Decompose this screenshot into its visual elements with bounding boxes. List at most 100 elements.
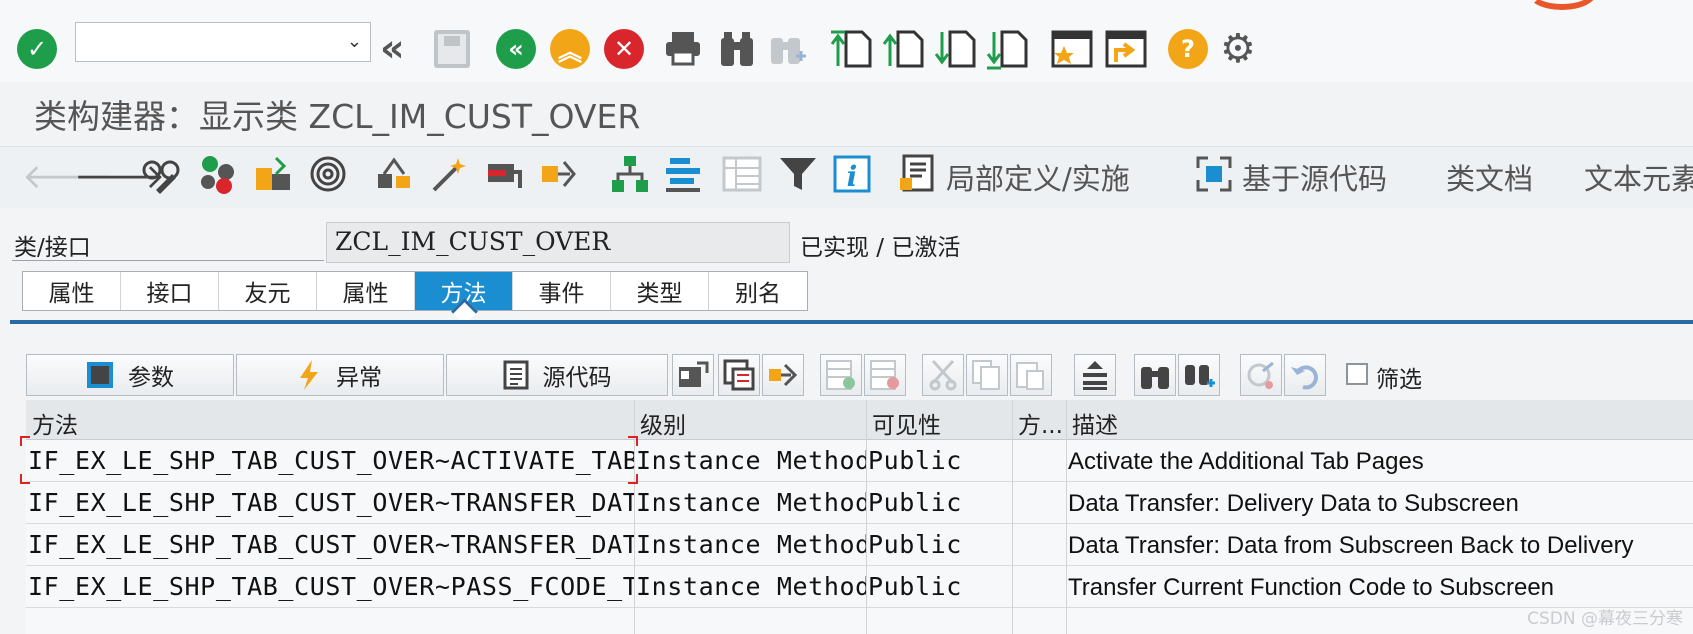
- new-session-icon[interactable]: [1050, 28, 1094, 74]
- align-icon[interactable]: [664, 154, 704, 198]
- layout-icon[interactable]: [722, 154, 762, 198]
- class-doc-button[interactable]: 类文档: [1446, 156, 1533, 198]
- visibility-cell[interactable]: Public: [868, 482, 1012, 524]
- paste-button[interactable]: [1010, 354, 1052, 396]
- tab-interfaces[interactable]: 接口: [121, 272, 219, 310]
- navigation-window-icon[interactable]: [308, 154, 348, 198]
- command-field[interactable]: ⌄: [75, 22, 371, 62]
- source-based-icon[interactable]: [1194, 154, 1234, 198]
- level-cell[interactable]: Instance Method: [636, 440, 866, 482]
- copy-icon: [972, 360, 1000, 390]
- selection-corner: [628, 436, 638, 446]
- level-cell[interactable]: Instance Method: [636, 566, 866, 608]
- selection-corner: [20, 474, 30, 484]
- column-header-visibility[interactable]: 可见性: [866, 400, 1012, 440]
- table-row[interactable]: IF_EX_LE_SHP_TAB_CUST_OVER~PASS_FCODE_TO…: [26, 566, 1693, 608]
- chevron-down-icon[interactable]: ⌄: [347, 31, 362, 52]
- method-cell[interactable]: IF_EX_LE_SHP_TAB_CUST_OVER~PASS_FCODE_TO…: [26, 566, 634, 608]
- print-icon[interactable]: [664, 30, 702, 66]
- display-object-button[interactable]: [672, 354, 714, 396]
- filter-icon[interactable]: [778, 154, 818, 198]
- method-cell[interactable]: IF_EX_LE_SHP_TAB_CUST_OVER~TRANSFER_DATA…: [26, 524, 634, 566]
- help-icon[interactable]: ?: [1168, 29, 1208, 69]
- column-header-method-type[interactable]: 方...: [1012, 400, 1066, 440]
- prev-page-icon[interactable]: [882, 28, 926, 74]
- hierarchy-icon[interactable]: [374, 154, 414, 198]
- copy-button[interactable]: [966, 354, 1008, 396]
- delete-row-button[interactable]: [864, 354, 906, 396]
- column-header-method[interactable]: 方法: [26, 400, 634, 440]
- table-row[interactable]: IF_EX_LE_SHP_TAB_CUST_OVER~ACTIVATE_TAB_…: [26, 440, 1693, 482]
- green-back-icon[interactable]: «: [496, 29, 536, 69]
- org-structure-icon[interactable]: [610, 154, 650, 198]
- detail-view-button[interactable]: [718, 354, 760, 396]
- exceptions-button[interactable]: 异常: [236, 354, 444, 396]
- display-object-icon: [679, 361, 709, 387]
- visibility-cell[interactable]: Public: [868, 440, 1012, 482]
- method-cell[interactable]: IF_EX_LE_SHP_TAB_CUST_OVER~TRANSFER_DATA…: [26, 482, 634, 524]
- cut-button[interactable]: [922, 354, 964, 396]
- column-header-description[interactable]: 描述: [1066, 400, 1466, 440]
- level-cell[interactable]: Instance Method: [636, 482, 866, 524]
- insert-row-icon: [826, 360, 855, 390]
- visibility-cell[interactable]: Public: [868, 524, 1012, 566]
- visibility-cell[interactable]: Public: [868, 566, 1012, 608]
- save-icon[interactable]: [434, 30, 470, 68]
- pattern-icon[interactable]: [484, 154, 524, 198]
- enter-check-icon[interactable]: ✓: [16, 28, 58, 70]
- last-page-icon[interactable]: [986, 28, 1030, 74]
- wizard-icon[interactable]: [428, 154, 468, 198]
- table-row-empty[interactable]: [26, 608, 1693, 634]
- object-list-icon[interactable]: [254, 154, 294, 198]
- redefine-button[interactable]: [762, 354, 804, 396]
- display-change-icon[interactable]: [142, 154, 182, 198]
- method-cell[interactable]: IF_EX_LE_SHP_TAB_CUST_OVER~ACTIVATE_TAB_…: [26, 440, 634, 482]
- text-elements-button[interactable]: 文本元素: [1584, 156, 1693, 198]
- tab-events[interactable]: 事件: [513, 272, 611, 310]
- shortcut-icon[interactable]: [1104, 28, 1148, 74]
- local-def-icon[interactable]: [898, 154, 938, 198]
- sort-button[interactable]: [1074, 354, 1116, 396]
- tab-aliases[interactable]: 别名: [709, 272, 807, 310]
- table-row[interactable]: IF_EX_LE_SHP_TAB_CUST_OVER~TRANSFER_DATA…: [26, 524, 1693, 566]
- page-title: 类构建器：显示类 ZCL_IM_CUST_OVER: [34, 97, 641, 136]
- tab-friends[interactable]: 友元: [219, 272, 317, 310]
- filter-label: 筛选: [1376, 367, 1422, 393]
- where-used-icon[interactable]: [198, 154, 238, 198]
- level-cell[interactable]: Instance Method: [636, 524, 866, 566]
- first-page-icon[interactable]: [830, 28, 874, 74]
- find-icon[interactable]: [718, 30, 756, 72]
- column-header-level[interactable]: 级别: [634, 400, 866, 440]
- red-cancel-icon[interactable]: ✕: [604, 29, 644, 69]
- description-cell[interactable]: Activate the Additional Tab Pages: [1068, 440, 1688, 482]
- description-cell[interactable]: Transfer Current Function Code to Subscr…: [1068, 566, 1688, 608]
- sort-icon: [1083, 361, 1107, 390]
- next-page-icon[interactable]: [934, 28, 978, 74]
- local-def-button[interactable]: 局部定义/实施: [946, 156, 1130, 198]
- svg-text:i: i: [847, 160, 858, 193]
- tab-methods[interactable]: 方法: [415, 272, 513, 310]
- filter-checkbox[interactable]: [1346, 363, 1368, 385]
- find-next-icon[interactable]: [768, 30, 808, 74]
- tab-attributes[interactable]: 属性: [23, 272, 121, 310]
- description-cell[interactable]: Data Transfer: Delivery Data to Subscree…: [1068, 482, 1688, 524]
- settings-icon[interactable]: ⚙: [1220, 26, 1256, 72]
- back-double-chevron-icon[interactable]: «: [380, 26, 405, 70]
- table-row[interactable]: IF_EX_LE_SHP_TAB_CUST_OVER~TRANSFER_DATA…: [26, 482, 1693, 524]
- undo-button[interactable]: [1284, 354, 1326, 396]
- insert-row-button[interactable]: [820, 354, 862, 396]
- class-interface-field[interactable]: ZCL_IM_CUST_OVER: [326, 222, 790, 263]
- tab-attributes-2[interactable]: 属性: [317, 272, 415, 310]
- parameters-button[interactable]: 参数: [26, 354, 234, 396]
- tab-types[interactable]: 类型: [611, 272, 709, 310]
- check-button[interactable]: [1240, 354, 1282, 396]
- source-code-button[interactable]: 源代码: [446, 354, 668, 396]
- description-cell[interactable]: Data Transfer: Data from Subscreen Back …: [1068, 524, 1688, 566]
- find-next-button[interactable]: [1178, 354, 1220, 396]
- binoculars-icon: [1141, 367, 1169, 389]
- find-button[interactable]: [1134, 354, 1176, 396]
- info-icon[interactable]: i: [832, 154, 872, 198]
- source-based-button[interactable]: 基于源代码: [1242, 156, 1387, 198]
- yellow-exit-icon[interactable]: ︽: [550, 29, 590, 69]
- interface-icon[interactable]: [540, 154, 580, 198]
